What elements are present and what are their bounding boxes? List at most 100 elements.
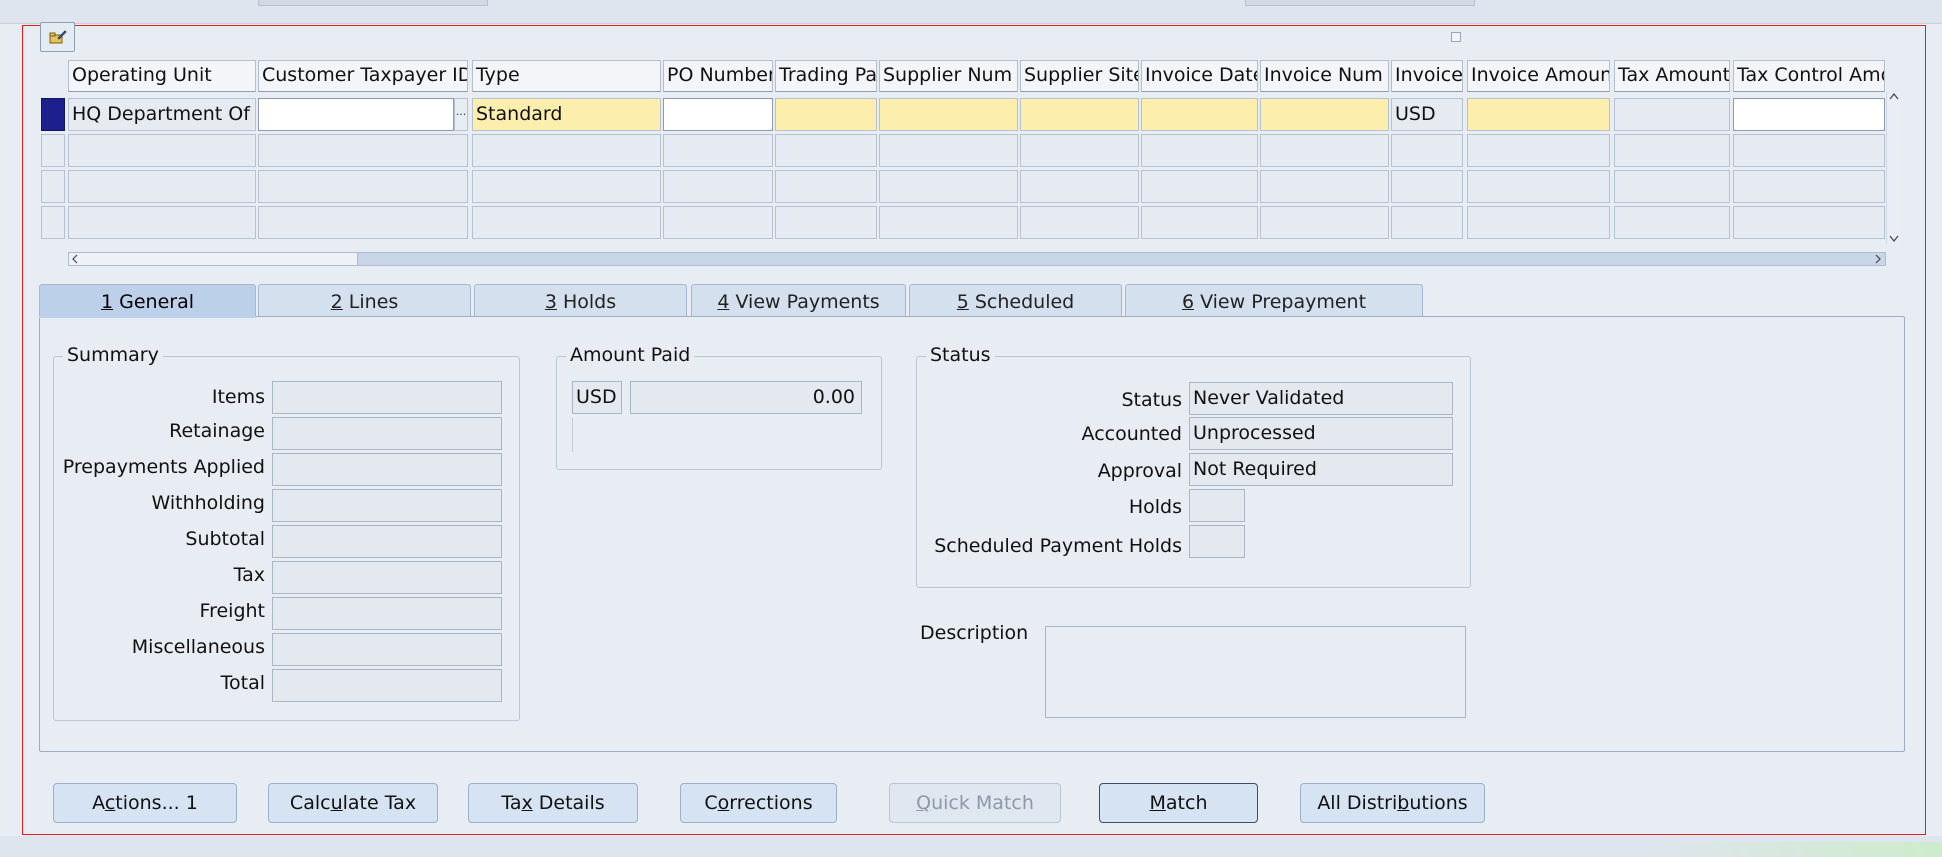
col-header-tax-control-amount[interactable]: Tax Control Amou: [1733, 60, 1885, 92]
summary-field-tax: [272, 561, 502, 594]
empty-cell[interactable]: [1020, 134, 1139, 167]
corrections-button-label: C: [704, 792, 718, 814]
empty-cell[interactable]: [1260, 134, 1389, 167]
empty-cell[interactable]: [1260, 170, 1389, 203]
empty-cell[interactable]: [1467, 170, 1610, 203]
corrections-button[interactable]: Corrections: [680, 783, 837, 823]
empty-cell[interactable]: [472, 170, 661, 203]
col-header-customer-taxpayer-id[interactable]: Customer Taxpayer ID: [258, 60, 468, 92]
cell-invoice-date[interactable]: [1141, 98, 1258, 131]
col-header-supplier-site[interactable]: Supplier Site: [1020, 60, 1139, 92]
col-header-operating-unit[interactable]: Operating Unit: [68, 60, 256, 92]
cell-invoice-num[interactable]: [1260, 98, 1389, 131]
cell-tax-control-amount[interactable]: [1733, 98, 1885, 131]
tab-holds[interactable]: 3 Holds: [474, 284, 687, 317]
tax-details-button[interactable]: Tax Details: [468, 783, 638, 823]
match-button[interactable]: Match: [1099, 783, 1258, 823]
empty-cell[interactable]: [775, 170, 877, 203]
empty-cell[interactable]: [663, 134, 773, 167]
empty-cell[interactable]: [258, 170, 468, 203]
empty-cell[interactable]: [1020, 206, 1139, 239]
cell-invoice-amount[interactable]: [1467, 98, 1610, 131]
empty-cell[interactable]: [1467, 134, 1610, 167]
horizontal-scroll-thumb[interactable]: [68, 252, 358, 266]
row-indicator[interactable]: [41, 206, 65, 239]
record-indicator-box[interactable]: [1451, 32, 1461, 42]
scroll-left-icon[interactable]: [71, 254, 79, 264]
col-header-invoice-date[interactable]: Invoice Date: [1141, 60, 1258, 92]
cell-invoice-currency[interactable]: USD: [1391, 98, 1463, 131]
empty-cell[interactable]: [68, 206, 256, 239]
col-header-invoice-currency[interactable]: Invoice: [1391, 60, 1463, 92]
empty-cell[interactable]: [663, 206, 773, 239]
empty-cell[interactable]: [1260, 206, 1389, 239]
tab-view-payments[interactable]: 4 View Payments: [691, 284, 906, 317]
col-header-supplier-num[interactable]: Supplier Num: [879, 60, 1018, 92]
empty-cell[interactable]: [775, 206, 877, 239]
empty-cell[interactable]: [879, 170, 1018, 203]
empty-cell[interactable]: [472, 134, 661, 167]
row-indicator-active[interactable]: [41, 98, 65, 131]
empty-cell[interactable]: [1733, 170, 1885, 203]
row-indicator[interactable]: [41, 170, 65, 203]
col-header-tax-amount[interactable]: Tax Amount: [1614, 60, 1730, 92]
col-header-invoice-num[interactable]: Invoice Num: [1260, 60, 1389, 92]
col-header-trading-partner[interactable]: Trading Pa: [775, 60, 877, 92]
empty-cell[interactable]: [1391, 206, 1463, 239]
row-indicator[interactable]: [41, 134, 65, 167]
empty-cell[interactable]: [1141, 170, 1258, 203]
col-header-invoice-amount[interactable]: Invoice Amount: [1467, 60, 1610, 92]
folder-edit-button[interactable]: [40, 22, 75, 52]
cell-customer-taxpayer-id[interactable]: [258, 98, 454, 131]
empty-cell[interactable]: [1141, 134, 1258, 167]
empty-cell[interactable]: [68, 134, 256, 167]
quick-match-button[interactable]: Quick Match: [889, 783, 1061, 823]
cell-tax-amount[interactable]: [1614, 98, 1730, 131]
empty-cell[interactable]: [258, 206, 468, 239]
empty-cell[interactable]: [1020, 170, 1139, 203]
empty-cell[interactable]: [1733, 134, 1885, 167]
cell-trading-partner[interactable]: [775, 98, 877, 131]
cell-supplier-site[interactable]: [1020, 98, 1139, 131]
cell-po-number[interactable]: [663, 98, 773, 131]
lov-button[interactable]: ...: [454, 98, 468, 131]
empty-cell[interactable]: [68, 170, 256, 203]
tab-scheduled-payments[interactable]: 5 Scheduled Payments: [909, 284, 1122, 335]
empty-cell[interactable]: [1614, 206, 1730, 239]
actions-button[interactable]: Actions... 1: [53, 783, 237, 823]
empty-cell[interactable]: [775, 134, 877, 167]
empty-cell[interactable]: [1733, 206, 1885, 239]
scroll-down-icon[interactable]: [1889, 235, 1899, 243]
empty-cell[interactable]: [1391, 170, 1463, 203]
calculate-tax-button[interactable]: Calculate Tax: [268, 783, 438, 823]
empty-cell[interactable]: [1614, 134, 1730, 167]
empty-cell[interactable]: [879, 206, 1018, 239]
tab-view-payments-mnemonic: 4: [717, 291, 730, 313]
tab-view-prepayment-applications[interactable]: 6 View Prepayment Applications: [1125, 284, 1423, 335]
empty-cell[interactable]: [258, 134, 468, 167]
cell-supplier-num[interactable]: [879, 98, 1018, 131]
accounted-label: Accounted: [1081, 423, 1182, 445]
scroll-up-icon[interactable]: [1889, 92, 1899, 100]
tab-view-payments-label: View Payments: [729, 291, 880, 313]
col-header-type[interactable]: Type: [472, 60, 661, 92]
empty-cell[interactable]: [663, 170, 773, 203]
actions-button-label: A: [92, 792, 105, 814]
quick-match-button-mnemonic: Q: [916, 792, 932, 814]
cell-type[interactable]: Standard: [472, 98, 661, 131]
empty-cell[interactable]: [1141, 206, 1258, 239]
empty-cell[interactable]: [1391, 134, 1463, 167]
scroll-right-icon[interactable]: [1874, 254, 1882, 264]
empty-cell[interactable]: [1467, 206, 1610, 239]
grid-vertical-scrollbar[interactable]: [1886, 92, 1900, 244]
cell-operating-unit[interactable]: HQ Department Of L: [68, 98, 256, 131]
col-header-po-number[interactable]: PO Number: [663, 60, 773, 92]
tab-lines[interactable]: 2 Lines: [258, 284, 471, 317]
edit-folder-icon: [49, 30, 67, 44]
all-distributions-button[interactable]: All Distributions: [1300, 783, 1485, 823]
empty-cell[interactable]: [879, 134, 1018, 167]
tab-general[interactable]: 1 General: [39, 284, 256, 317]
description-field[interactable]: [1045, 626, 1466, 718]
empty-cell[interactable]: [1614, 170, 1730, 203]
empty-cell[interactable]: [472, 206, 661, 239]
